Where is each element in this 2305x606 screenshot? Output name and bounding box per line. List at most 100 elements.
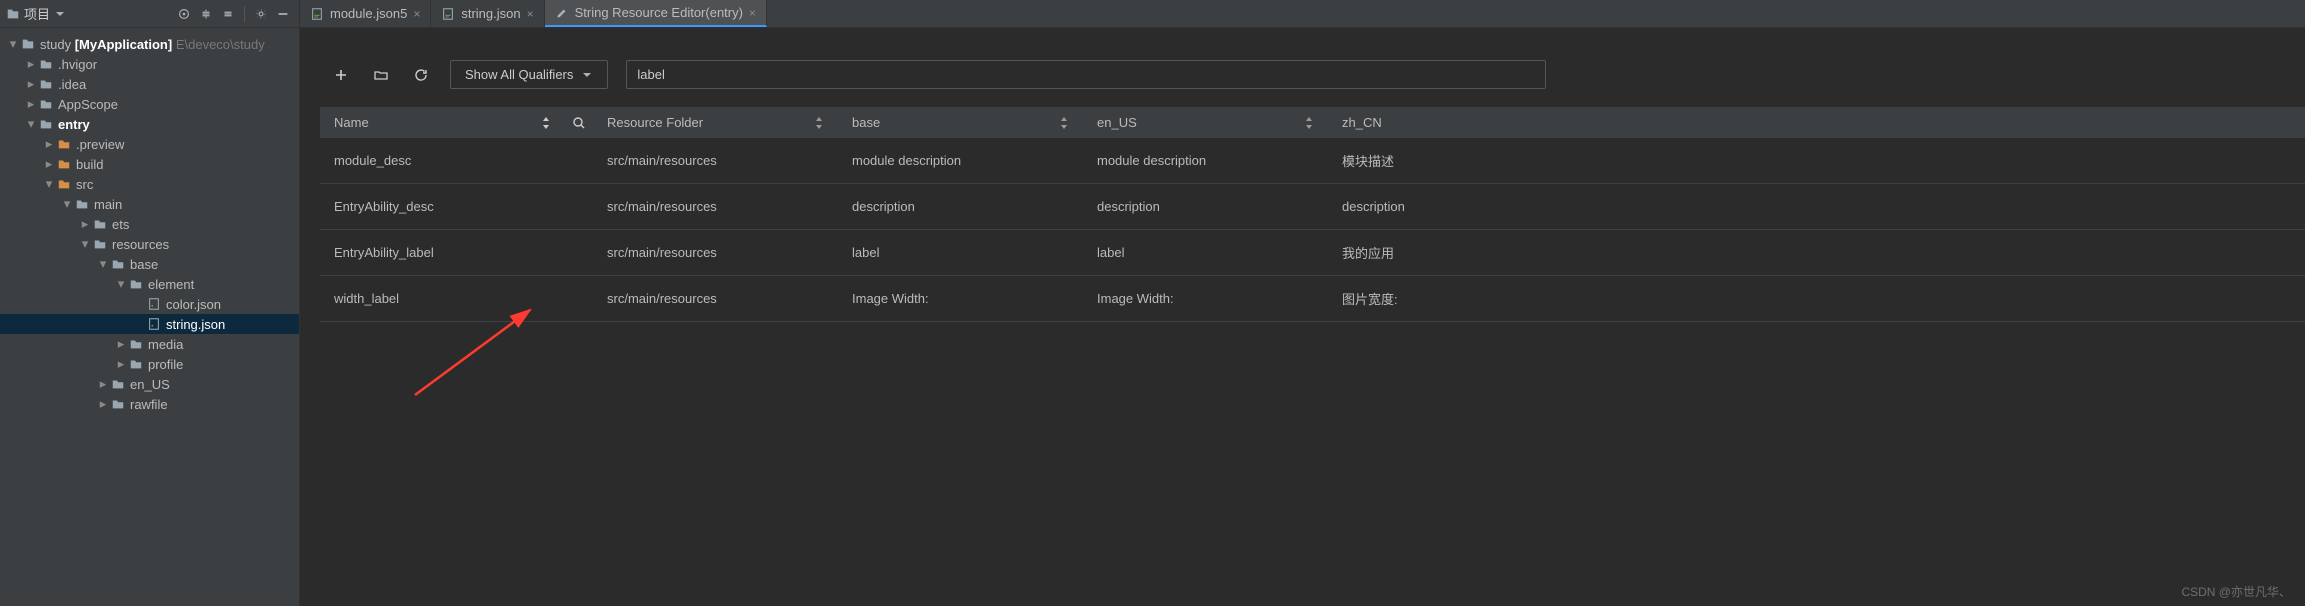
tree-item-label: resources (112, 237, 169, 252)
cell-en: module description (1083, 153, 1328, 168)
tree-item-rawfile[interactable]: ▸rawfile (0, 394, 299, 414)
table-row[interactable]: module_descsrc/main/resourcesmodule desc… (320, 138, 2305, 184)
tree-item-en-us[interactable]: ▸en_US (0, 374, 299, 394)
folder-icon (92, 216, 108, 232)
tree-item-build[interactable]: ▸build (0, 154, 299, 174)
sidebar: 项目 ▾study [MyApplication] E\deveco\study… (0, 0, 300, 606)
col-en-label: en_US (1097, 115, 1137, 130)
tree-item-label: en_US (130, 377, 170, 392)
tree-item-main[interactable]: ▾main (0, 194, 299, 214)
folder-icon (56, 136, 72, 152)
close-icon[interactable]: × (413, 7, 420, 21)
folder-icon (128, 276, 144, 292)
tab-label: module.json5 (330, 6, 407, 21)
project-selector[interactable]: 项目 (6, 4, 66, 23)
tree-item--preview[interactable]: ▸.preview (0, 134, 299, 154)
tab-0[interactable]: module.json5 × (300, 0, 431, 27)
cell-zh: 我的应用 (1328, 243, 1573, 262)
tree-item-profile[interactable]: ▸profile (0, 354, 299, 374)
table-row[interactable]: EntryAbility_desc src/main/resourcesdescr… (320, 184, 2305, 230)
tree-item-string-json[interactable]: string.json (0, 314, 299, 334)
settings-button[interactable] (251, 4, 271, 24)
refresh-button[interactable] (410, 64, 432, 86)
cell-en: Image Width: (1083, 291, 1328, 306)
search-icon[interactable] (572, 116, 586, 130)
tree-item-label: base (130, 257, 158, 272)
tree-item--idea[interactable]: ▸.idea (0, 74, 299, 94)
cell-base: label (838, 245, 1083, 260)
folder-icon (128, 336, 144, 352)
add-button[interactable] (330, 64, 352, 86)
tree-item-ets[interactable]: ▸ets (0, 214, 299, 234)
tree-root[interactable]: ▾study [MyApplication] E\deveco\study (0, 34, 299, 54)
tree-item-entry[interactable]: ▾entry (0, 114, 299, 134)
tree-item-color-json[interactable]: color.json (0, 294, 299, 314)
tree-item-label: entry (58, 117, 90, 132)
table-row[interactable]: EntryAbility_label src/main/resourceslabe… (320, 230, 2305, 276)
hide-button[interactable] (273, 4, 293, 24)
expand-button[interactable] (196, 4, 216, 24)
tab-label: string.json (461, 6, 520, 21)
folder-icon (56, 176, 72, 192)
resource-table: Name Resource Folder base (320, 107, 2305, 322)
watermark: CSDN @亦世凡华、 (2181, 583, 2291, 600)
folder-icon (110, 376, 126, 392)
locate-button[interactable] (174, 4, 194, 24)
tree-item-media[interactable]: ▸media (0, 334, 299, 354)
cell-folder: src/main/resources (593, 153, 838, 168)
tree-item-resources[interactable]: ▾resources (0, 234, 299, 254)
tree-item-element[interactable]: ▾element (0, 274, 299, 294)
tree-item--hvigor[interactable]: ▸.hvigor (0, 54, 299, 74)
tree-item-src[interactable]: ▾src (0, 174, 299, 194)
project-icon (6, 7, 20, 21)
tab-2[interactable]: String Resource Editor(entry) × (545, 0, 767, 27)
folder-icon (74, 196, 90, 212)
folder-icon (38, 56, 54, 72)
close-icon[interactable]: × (749, 6, 756, 20)
sort-icon[interactable] (1304, 116, 1314, 130)
table-row[interactable]: width_labelsrc/main/resourcesImage Width… (320, 276, 2305, 322)
folder-button[interactable] (370, 64, 392, 86)
json-icon (310, 7, 324, 21)
folder-icon (110, 396, 126, 412)
editor-tabs: module.json5×string.json×String Resource… (300, 0, 2305, 28)
cell-base: module description (838, 153, 1083, 168)
folder-icon (146, 296, 162, 312)
folder-icon (128, 356, 144, 372)
cell-folder: src/main/resources (593, 291, 838, 306)
cell-name: module_desc (320, 153, 565, 168)
sort-icon[interactable] (1059, 116, 1069, 130)
tab-label: String Resource Editor(entry) (575, 5, 743, 20)
col-name-label: Name (334, 115, 369, 130)
json-icon (441, 7, 455, 21)
tree-item-label: build (76, 157, 103, 172)
chevron-down-icon (581, 69, 593, 81)
sort-icon[interactable] (814, 116, 824, 130)
tree-item-label: src (76, 177, 93, 192)
cell-base: description (838, 199, 1083, 214)
folder-icon (38, 76, 54, 92)
qualifier-dropdown[interactable]: Show All Qualifiers (450, 60, 608, 89)
sort-icon[interactable] (541, 116, 551, 130)
col-folder-label: Resource Folder (607, 115, 703, 130)
cell-folder: src/main/resources (593, 245, 838, 260)
tree-item-label: .idea (58, 77, 86, 92)
search-input[interactable] (626, 60, 1546, 89)
col-base-label: base (852, 115, 880, 130)
table-header: Name Resource Folder base (320, 108, 2305, 138)
tree-item-label: color.json (166, 297, 221, 312)
collapse-button[interactable] (218, 4, 238, 24)
qualifier-label: Show All Qualifiers (465, 67, 573, 82)
project-tree: ▾study [MyApplication] E\deveco\study▸.h… (0, 28, 299, 606)
cell-name: EntryAbility_label (320, 245, 565, 260)
tree-item-base[interactable]: ▾base (0, 254, 299, 274)
cell-name: EntryAbility_desc (320, 199, 565, 214)
tree-item-label: element (148, 277, 194, 292)
folder-icon (56, 156, 72, 172)
cell-folder: src/main/resources (593, 199, 838, 214)
chevron-down-icon (54, 8, 66, 20)
tab-1[interactable]: string.json × (431, 0, 544, 27)
folder-icon (146, 316, 162, 332)
tree-item-appscope[interactable]: ▸AppScope (0, 94, 299, 114)
close-icon[interactable]: × (527, 7, 534, 21)
